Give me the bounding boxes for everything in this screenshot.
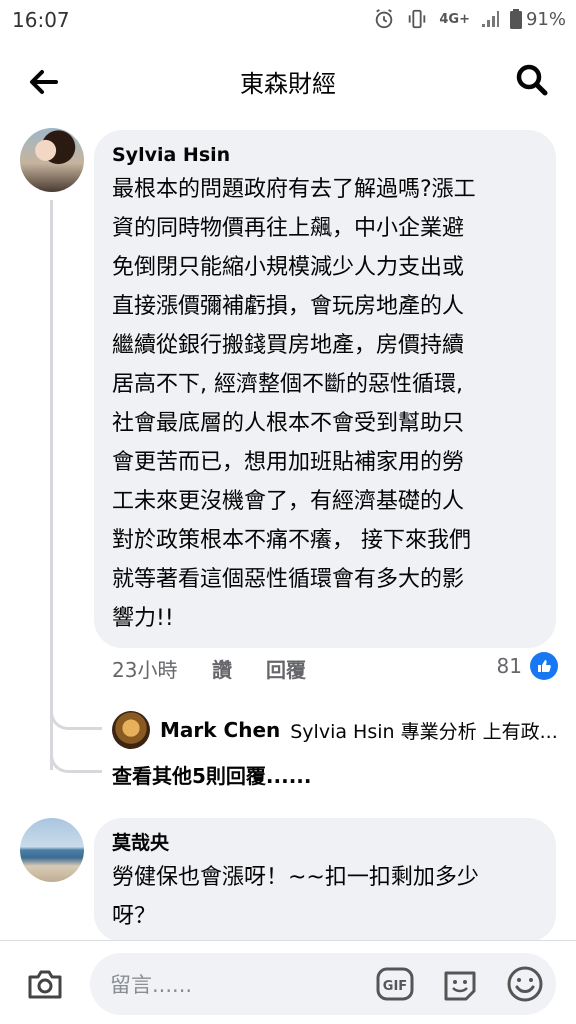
gif-icon[interactable]: GIF <box>376 965 414 1003</box>
network-type: 4G+ <box>439 11 470 27</box>
avatar[interactable] <box>20 818 84 882</box>
alarm-icon <box>376 9 393 29</box>
like-button[interactable]: 讚 <box>212 654 266 683</box>
camera-icon[interactable] <box>24 963 66 1005</box>
thread-line <box>50 200 53 770</box>
reaction-summary[interactable]: 81 <box>497 652 558 680</box>
reply-button[interactable]: 回覆 <box>266 654 306 683</box>
reply-author[interactable]: Mark Chen <box>160 718 280 742</box>
comment-actions: 23小時 讚 回覆 <box>112 654 306 683</box>
comment-bubble: Sylvia Hsin 最根本的問題政府有去了解過嗎?漲工 資的同時物價再往上飆… <box>94 130 556 648</box>
reply-preview[interactable]: Mark Chen Sylvia Hsin 專業分析 上有政... <box>112 710 562 750</box>
battery-icon <box>509 9 522 29</box>
page-title: 東森財經 <box>240 70 336 98</box>
emoji-icon[interactable] <box>506 965 544 1003</box>
comment-author[interactable]: 莫哉央 <box>112 830 538 856</box>
comment-input[interactable]: 留言...... <box>110 969 192 999</box>
battery-level: 91% <box>525 8 566 30</box>
sticker-icon[interactable] <box>440 965 480 1005</box>
comment-text: 勞健保也會漲呀！~~扣一扣剩加多少 呀？ <box>112 865 479 929</box>
status-bar: 16:07 4G+ 91% <box>0 0 576 40</box>
avatar[interactable] <box>20 128 84 192</box>
comment-bubble: 莫哉央 勞健保也會漲呀！~~扣一扣剩加多少 呀？ <box>94 818 556 942</box>
battery: 91% <box>509 8 566 30</box>
thread-branch <box>50 740 102 773</box>
thread-branch <box>50 700 102 730</box>
comment-author[interactable]: Sylvia Hsin <box>112 142 538 168</box>
app-bar: 東森財經 <box>0 40 576 120</box>
avatar[interactable] <box>112 711 150 749</box>
vibrate-icon <box>409 9 426 29</box>
comment-time: 23小時 <box>112 658 178 682</box>
reaction-count: 81 <box>496 654 522 678</box>
signal-icon <box>481 11 499 27</box>
status-icons: 4G+ 91% <box>373 8 566 30</box>
search-icon[interactable] <box>512 60 552 100</box>
comment-input-pill[interactable]: 留言...... GIF <box>90 953 556 1015</box>
reply-text: Sylvia Hsin 專業分析 上有政... <box>290 720 558 743</box>
gif-label: GIF <box>383 979 407 994</box>
status-time: 16:07 <box>12 8 70 32</box>
comment-composer: 留言...... GIF <box>0 941 576 1024</box>
view-more-replies-link[interactable]: 查看其他5則回覆...... <box>112 760 312 789</box>
comment-text: 最根本的問題政府有去了解過嗎?漲工 資的同時物價再往上飆，中小企業避 免倒閉只能… <box>112 177 476 631</box>
like-reaction-icon <box>530 652 558 680</box>
